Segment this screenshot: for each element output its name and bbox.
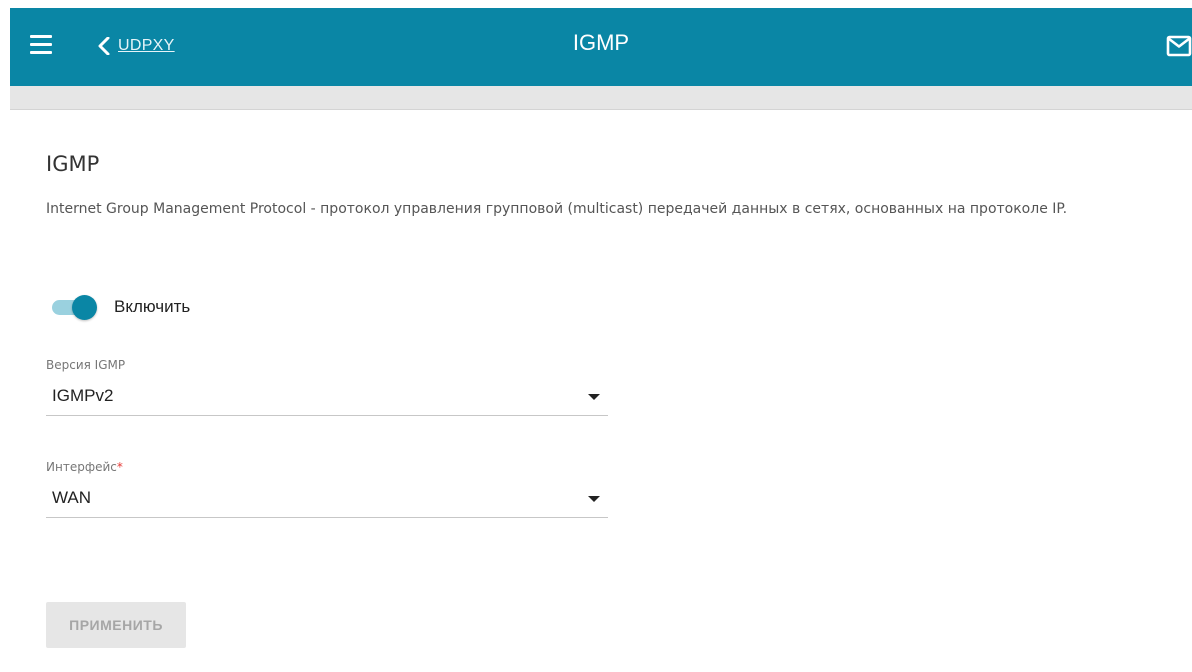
igmp-version-field: Версия IGMP IGMPv2 [46, 358, 608, 416]
apply-button[interactable]: ПРИМЕНИТЬ [46, 602, 186, 648]
igmp-version-value: IGMPv2 [52, 386, 114, 405]
sub-header-bar [10, 86, 1192, 110]
page-title: IGMP [572, 30, 630, 55]
required-marker: * [116, 460, 123, 474]
top-bar: UDPXY IGMP [10, 8, 1192, 86]
igmp-version-label: Версия IGMP [46, 358, 126, 372]
caret-down-icon [588, 496, 600, 502]
interface-value: WAN [52, 488, 92, 507]
interface-select[interactable]: WAN [46, 484, 608, 518]
toggle-knob [72, 295, 97, 320]
enable-toggle-label: Включить [114, 297, 191, 316]
envelope-icon[interactable] [1166, 34, 1192, 58]
section-title: IGMP [46, 152, 100, 176]
enable-toggle[interactable]: Включить [52, 292, 190, 322]
interface-field: Интерфейс* WAN [46, 460, 608, 518]
igmp-version-select[interactable]: IGMPv2 [46, 382, 608, 416]
interface-label: Интерфейс* [46, 460, 123, 474]
toggle-switch[interactable] [52, 295, 98, 320]
page: UDPXY IGMP IGMP Internet Group Managemen… [10, 8, 1192, 672]
caret-down-icon [588, 394, 600, 400]
section-description: Internet Group Management Protocol - про… [46, 201, 1068, 217]
